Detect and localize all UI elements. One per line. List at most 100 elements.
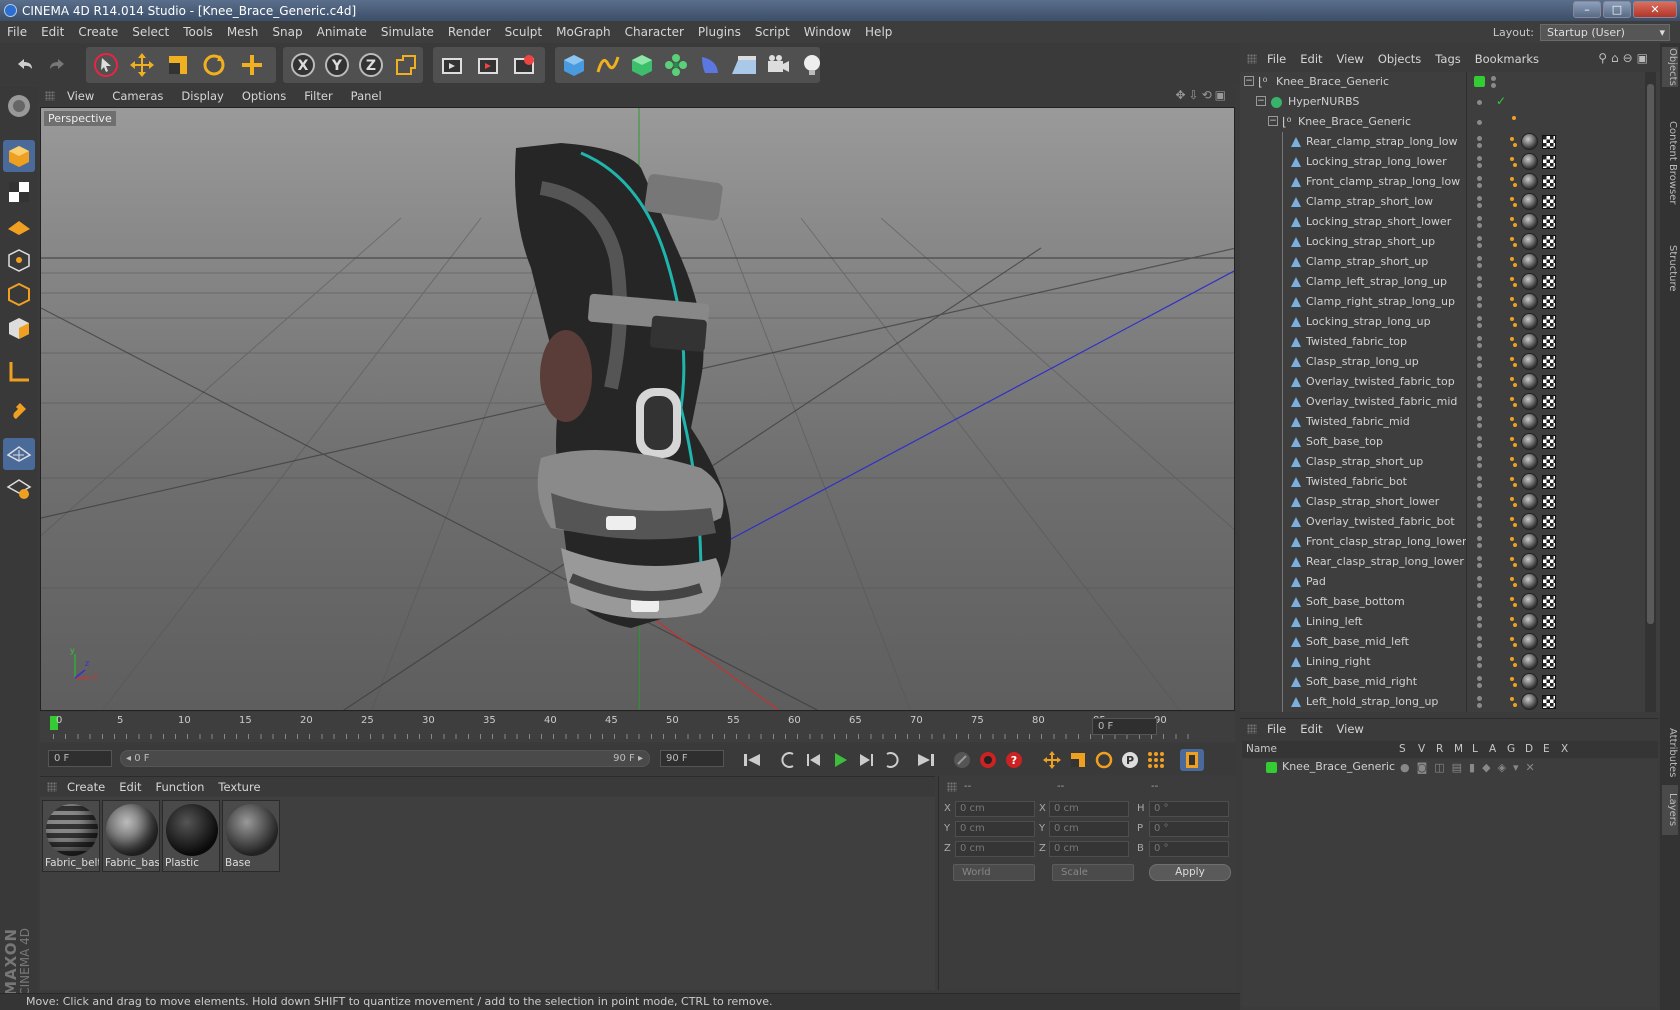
maximize-button[interactable]: □ (1603, 1, 1631, 18)
uvw-tag-icon[interactable] (1542, 135, 1556, 149)
material-swatch[interactable]: Base (222, 800, 280, 872)
uvw-tag-icon[interactable] (1542, 215, 1556, 229)
material-menu-function[interactable]: Function (149, 776, 212, 798)
layer-row[interactable]: Knee_Brace_Generic ●◙◫▤▮◆◈▾✕ (1242, 759, 1658, 776)
material-tag-icon[interactable] (1521, 413, 1538, 430)
tree-row-object[interactable]: Clamp_strap_short_low (1240, 192, 1650, 212)
phong-tag-icon[interactable] (1510, 516, 1517, 528)
render-dot-icon[interactable] (1477, 443, 1482, 448)
viewport-menu-filter[interactable]: Filter (295, 85, 341, 107)
material-swatch[interactable]: Fabric_belt (42, 800, 100, 872)
render-dot-icon[interactable] (1477, 483, 1482, 488)
material-tag-icon[interactable] (1521, 493, 1538, 510)
side-tab-objects[interactable]: Objects (1662, 47, 1678, 87)
phong-tag-icon[interactable] (1510, 376, 1517, 388)
tree-row-object[interactable]: Rear_clamp_strap_long_low (1240, 132, 1650, 152)
deformer-icon[interactable] (694, 49, 726, 81)
render-dot-icon[interactable] (1477, 623, 1482, 628)
material-tag-icon[interactable] (1521, 633, 1538, 650)
tree-row-object[interactable]: Soft_base_mid_left (1240, 632, 1650, 652)
uvw-tag-icon[interactable] (1542, 515, 1556, 529)
visibility-dot-icon[interactable] (1477, 336, 1482, 341)
layer-col-solo[interactable]: S (1399, 743, 1406, 755)
layer-col-expressions[interactable]: E (1543, 743, 1550, 755)
menu-render[interactable]: Render (441, 21, 498, 43)
record-active-objects-icon[interactable] (950, 749, 974, 771)
size-mode-dropdown[interactable]: Scale (1052, 864, 1134, 881)
close-button[interactable]: ✕ (1633, 1, 1677, 18)
layer-col-locked[interactable]: L (1472, 743, 1478, 755)
current-frame-field[interactable]: 0 F (1092, 718, 1157, 735)
tree-row-object[interactable]: Rear_clasp_strap_long_lower (1240, 552, 1650, 572)
render-dot-icon[interactable] (1477, 203, 1482, 208)
tree-row-object[interactable]: Locking_strap_short_lower (1240, 212, 1650, 232)
objects-menu-tags[interactable]: Tags (1428, 48, 1467, 70)
autokeying-icon[interactable] (976, 749, 1000, 771)
uvw-tag-icon[interactable] (1542, 295, 1556, 309)
render-dot-icon[interactable] (1477, 223, 1482, 228)
visibility-dot-icon[interactable] (1477, 236, 1482, 241)
menu-mograph[interactable]: MoGraph (549, 21, 618, 43)
uvw-tag-icon[interactable] (1542, 535, 1556, 549)
tree-row-object[interactable]: Twisted_fabric_bot (1240, 472, 1650, 492)
visibility-dot-icon[interactable] (1477, 636, 1482, 641)
material-tag-icon[interactable] (1521, 453, 1538, 470)
phong-tag-icon[interactable] (1510, 456, 1517, 468)
menu-snap[interactable]: Snap (265, 21, 309, 43)
visibility-dot-icon[interactable] (1477, 596, 1482, 601)
material-tag-icon[interactable] (1521, 353, 1538, 370)
material-tag-icon[interactable] (1521, 273, 1538, 290)
render-dot-icon[interactable] (1477, 703, 1482, 708)
menu-animate[interactable]: Animate (310, 21, 374, 43)
material-tag-icon[interactable] (1521, 533, 1538, 550)
visibility-dot-icon[interactable] (1477, 156, 1482, 161)
phong-tag-icon[interactable] (1512, 116, 1516, 120)
viewport-menu-cameras[interactable]: Cameras (103, 85, 172, 107)
render-dot-icon[interactable] (1477, 383, 1482, 388)
material-tag-icon[interactable] (1521, 433, 1538, 450)
points-mode-icon[interactable] (3, 244, 35, 276)
uvw-tag-icon[interactable] (1542, 335, 1556, 349)
render-dot-icon[interactable] (1477, 303, 1482, 308)
material-tag-icon[interactable] (1521, 393, 1538, 410)
side-tab-content-browser[interactable]: Content Browser (1662, 103, 1678, 223)
z-axis-icon[interactable]: Z (355, 49, 387, 81)
next-frame-icon[interactable] (854, 749, 878, 771)
pos-x-field[interactable]: 0 cm (955, 801, 1035, 817)
tree-row-object[interactable]: Locking_strap_long_lower (1240, 152, 1650, 172)
material-tag-icon[interactable] (1521, 233, 1538, 250)
menu-simulate[interactable]: Simulate (374, 21, 441, 43)
rot-h-field[interactable]: 0 ° (1149, 801, 1229, 817)
uvw-tag-icon[interactable] (1542, 475, 1556, 489)
visibility-dot-icon[interactable] (1477, 676, 1482, 681)
menu-create[interactable]: Create (71, 21, 125, 43)
material-tag-icon[interactable] (1521, 513, 1538, 530)
menu-plugins[interactable]: Plugins (691, 21, 748, 43)
phong-tag-icon[interactable] (1510, 676, 1517, 688)
render-dot-icon[interactable] (1477, 243, 1482, 248)
key-scale-icon[interactable] (1066, 749, 1090, 771)
tree-row-object[interactable]: Locking_strap_short_up (1240, 232, 1650, 252)
render-dot-icon[interactable] (1477, 603, 1482, 608)
phong-tag-icon[interactable] (1510, 596, 1517, 608)
object-tree-scrollbar[interactable] (1645, 72, 1656, 712)
coordinate-system-icon[interactable] (390, 49, 422, 81)
tree-row-object[interactable]: Clasp_strap_short_up (1240, 452, 1650, 472)
visibility-dot-icon[interactable] (1477, 120, 1482, 125)
phong-tag-icon[interactable] (1510, 496, 1517, 508)
material-tag-icon[interactable] (1521, 673, 1538, 690)
phong-tag-icon[interactable] (1510, 176, 1517, 188)
phong-tag-icon[interactable] (1510, 316, 1517, 328)
material-tag-icon[interactable] (1521, 173, 1538, 190)
grid-snap-icon[interactable] (3, 472, 35, 504)
visibility-dot-icon[interactable] (1477, 696, 1482, 701)
menu-mesh[interactable]: Mesh (220, 21, 266, 43)
tree-row-object[interactable]: Clamp_right_strap_long_up (1240, 292, 1650, 312)
edit-render-settings-icon[interactable] (508, 49, 540, 81)
render-dot-icon[interactable] (1477, 583, 1482, 588)
material-swatch[interactable]: Fabric_basi (102, 800, 160, 872)
subdivision-icon[interactable] (626, 49, 658, 81)
x-axis-icon[interactable]: X (287, 49, 319, 81)
material-tag-icon[interactable] (1521, 153, 1538, 170)
visibility-dot-icon[interactable] (1477, 276, 1482, 281)
